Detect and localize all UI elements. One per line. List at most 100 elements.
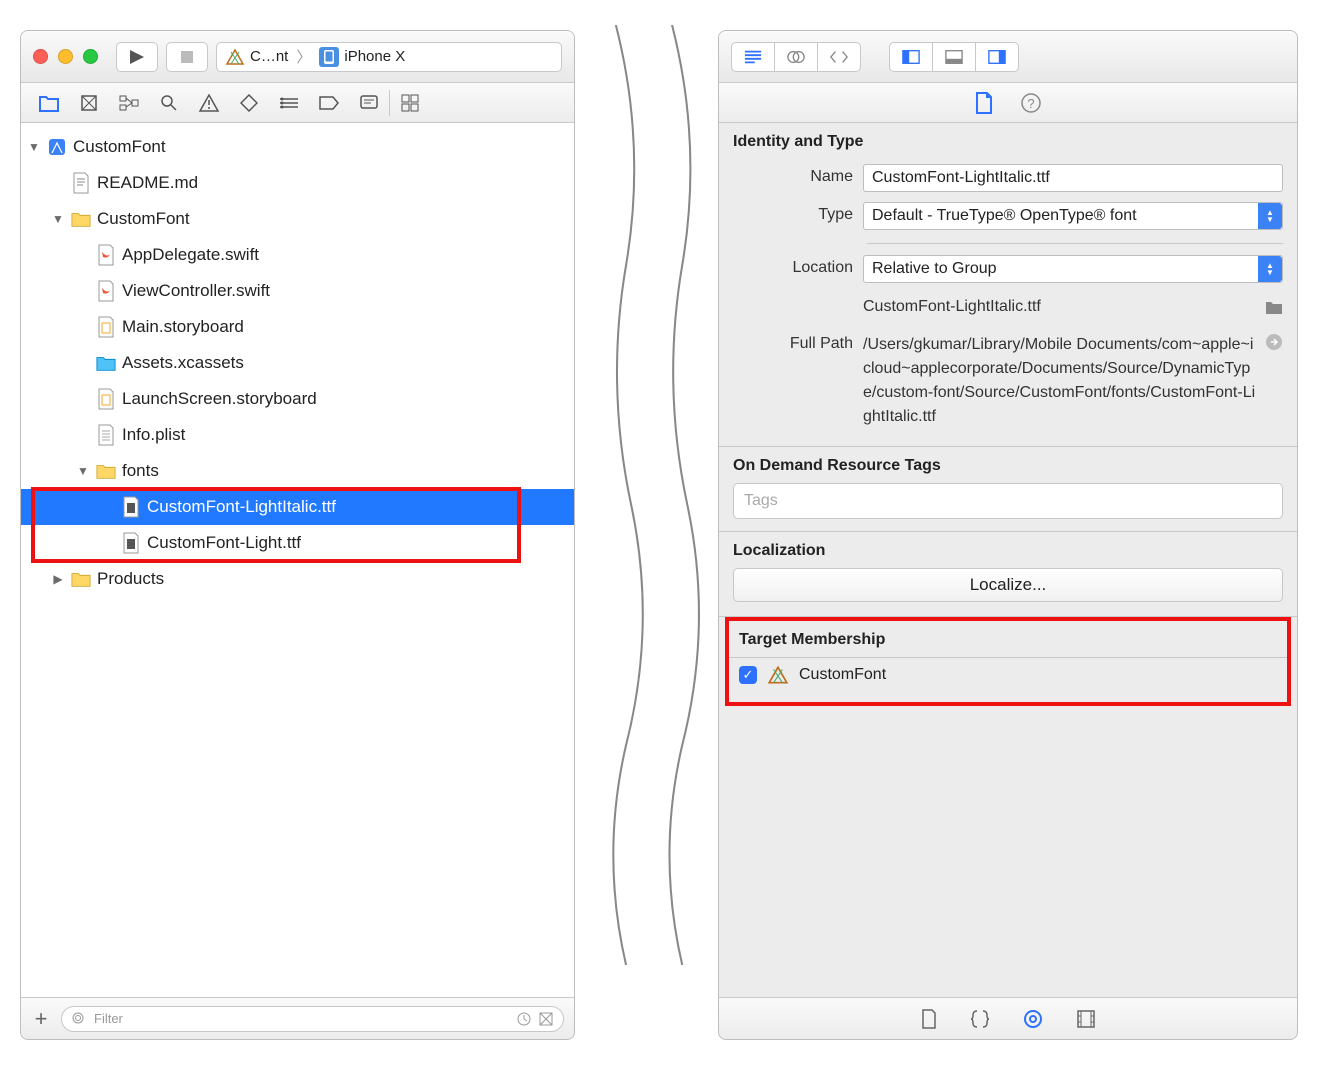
tree-row[interactable]: README.md: [21, 165, 574, 201]
target-checkbox[interactable]: ✓: [739, 666, 757, 684]
tree-row[interactable]: Assets.xcassets: [21, 345, 574, 381]
scheme-device-label: iPhone X: [344, 48, 405, 65]
debug-navigator-tab[interactable]: [269, 83, 309, 123]
close-window-button[interactable]: [33, 49, 48, 64]
editor-mode-segmented: [731, 42, 861, 72]
tags-placeholder: Tags: [744, 492, 778, 510]
swift-icon: [96, 244, 116, 266]
target-row: ✓ CustomFont: [729, 658, 1287, 692]
name-field[interactable]: CustomFont-LightItalic.ttf: [863, 164, 1283, 192]
file-template-library-tab[interactable]: [921, 1009, 937, 1029]
inspector-body: Identity and Type Name CustomFont-LightI…: [719, 123, 1297, 997]
folder-icon[interactable]: [1265, 299, 1283, 315]
disclosure-triangle[interactable]: ▼: [27, 140, 41, 154]
story-icon: [96, 388, 116, 410]
story-icon: [96, 316, 116, 338]
tree-row[interactable]: Info.plist: [21, 417, 574, 453]
fullpath-label: Full Path: [733, 331, 853, 353]
breakpoint-navigator-tab[interactable]: [309, 83, 349, 123]
inspector-titlebar: [719, 31, 1297, 83]
localize-button[interactable]: Localize...: [733, 568, 1283, 602]
symbol-navigator-tab[interactable]: [109, 83, 149, 123]
minimize-window-button[interactable]: [58, 49, 73, 64]
folder-icon: [71, 208, 91, 230]
media-library-tab[interactable]: [1077, 1010, 1095, 1028]
test-navigator-tab[interactable]: [229, 83, 269, 123]
quick-help-tab[interactable]: ?: [1021, 93, 1041, 113]
file-inspector-tab[interactable]: [975, 92, 993, 114]
toggle-inspector-button[interactable]: [975, 42, 1019, 72]
tree-row[interactable]: ▼CustomFont: [21, 201, 574, 237]
tree-row[interactable]: CustomFont-Light.ttf: [21, 525, 574, 561]
assets-icon: [96, 352, 116, 374]
library-button[interactable]: [390, 83, 430, 123]
swift-icon: [96, 280, 116, 302]
issue-navigator-tab[interactable]: [189, 83, 229, 123]
tree-row-label: CustomFont: [73, 137, 166, 157]
run-button[interactable]: [116, 42, 158, 72]
plist-icon: [96, 424, 116, 446]
tree-row[interactable]: Main.storyboard: [21, 309, 574, 345]
ttf-icon: [121, 496, 141, 518]
reveal-in-finder-icon[interactable]: [1265, 331, 1283, 431]
code-snippet-library-tab[interactable]: [971, 1009, 989, 1029]
tree-row-label: Assets.xcassets: [122, 353, 244, 373]
tree-row-label: fonts: [122, 461, 159, 481]
inspector-tabs: ?: [719, 83, 1297, 123]
standard-editor-button[interactable]: [731, 42, 775, 72]
disclosure-triangle[interactable]: ▼: [76, 464, 90, 478]
panel-toggle-segmented: [889, 42, 1019, 72]
navigator-pane: C…nt 〉 iPhone X: [20, 30, 575, 1040]
tree-row[interactable]: CustomFont-LightItalic.ttf: [21, 489, 574, 525]
add-button[interactable]: +: [31, 1006, 51, 1032]
tree-row-label: CustomFont-LightItalic.ttf: [147, 497, 336, 517]
filter-bar: + Filter: [21, 997, 574, 1039]
tags-field[interactable]: Tags: [733, 483, 1283, 519]
report-navigator-tab[interactable]: [349, 83, 389, 123]
window-controls: [33, 49, 98, 64]
disclosure-triangle[interactable]: ▶: [51, 572, 65, 586]
assistant-editor-button[interactable]: [774, 42, 818, 72]
tree-row[interactable]: ▼ CustomFont: [21, 129, 574, 165]
filter-input[interactable]: Filter: [61, 1006, 564, 1032]
source-control-navigator-tab[interactable]: [69, 83, 109, 123]
tree-row[interactable]: AppDelegate.swift: [21, 237, 574, 273]
find-navigator-tab[interactable]: [149, 83, 189, 123]
tree-row[interactable]: ▶Products: [21, 561, 574, 597]
tree-row-label: LaunchScreen.storyboard: [122, 389, 317, 409]
toggle-debug-area-button[interactable]: [932, 42, 976, 72]
titlebar: C…nt 〉 iPhone X: [21, 31, 574, 83]
divider: [867, 243, 1283, 244]
scheme-selector[interactable]: C…nt 〉 iPhone X: [216, 42, 562, 72]
tree-row-label: AppDelegate.swift: [122, 245, 259, 265]
tree-row[interactable]: LaunchScreen.storyboard: [21, 381, 574, 417]
type-select[interactable]: Default - TrueType® OpenType® font ▲▼: [863, 202, 1283, 230]
inspector-pane: ? Identity and Type Name CustomFont-Ligh…: [718, 30, 1298, 1040]
toggle-navigator-button[interactable]: [889, 42, 933, 72]
tree-row-label: README.md: [97, 173, 198, 193]
project-tree[interactable]: ▼CustomFontREADME.md▼CustomFontAppDelega…: [21, 123, 574, 997]
zoom-window-button[interactable]: [83, 49, 98, 64]
svg-text:?: ?: [1027, 96, 1034, 111]
tree-row[interactable]: ▼ fonts: [21, 453, 574, 489]
localization-section-header: Localization: [719, 532, 1297, 568]
project-navigator-tab[interactable]: [29, 83, 69, 123]
identity-section-header: Identity and Type: [719, 123, 1297, 159]
location-label: Location: [733, 255, 853, 277]
app-icon: [225, 47, 245, 67]
filter-placeholder: Filter: [94, 1011, 123, 1026]
object-library-tab[interactable]: [1023, 1009, 1043, 1029]
chevron-updown-icon: ▲▼: [1258, 203, 1282, 229]
tree-row[interactable]: ViewController.swift: [21, 273, 574, 309]
ttf-icon: [121, 532, 141, 554]
app-icon: [767, 664, 789, 686]
scm-filter-icon[interactable]: [539, 1012, 553, 1026]
clock-icon[interactable]: [517, 1012, 531, 1026]
stop-button[interactable]: [166, 42, 208, 72]
location-select[interactable]: Relative to Group ▲▼: [863, 255, 1283, 283]
split-gap: [575, 0, 718, 1070]
navigator-tabs: [21, 83, 574, 123]
disclosure-triangle[interactable]: ▼: [51, 212, 65, 226]
folder-icon: [96, 460, 116, 482]
version-editor-button[interactable]: [817, 42, 861, 72]
